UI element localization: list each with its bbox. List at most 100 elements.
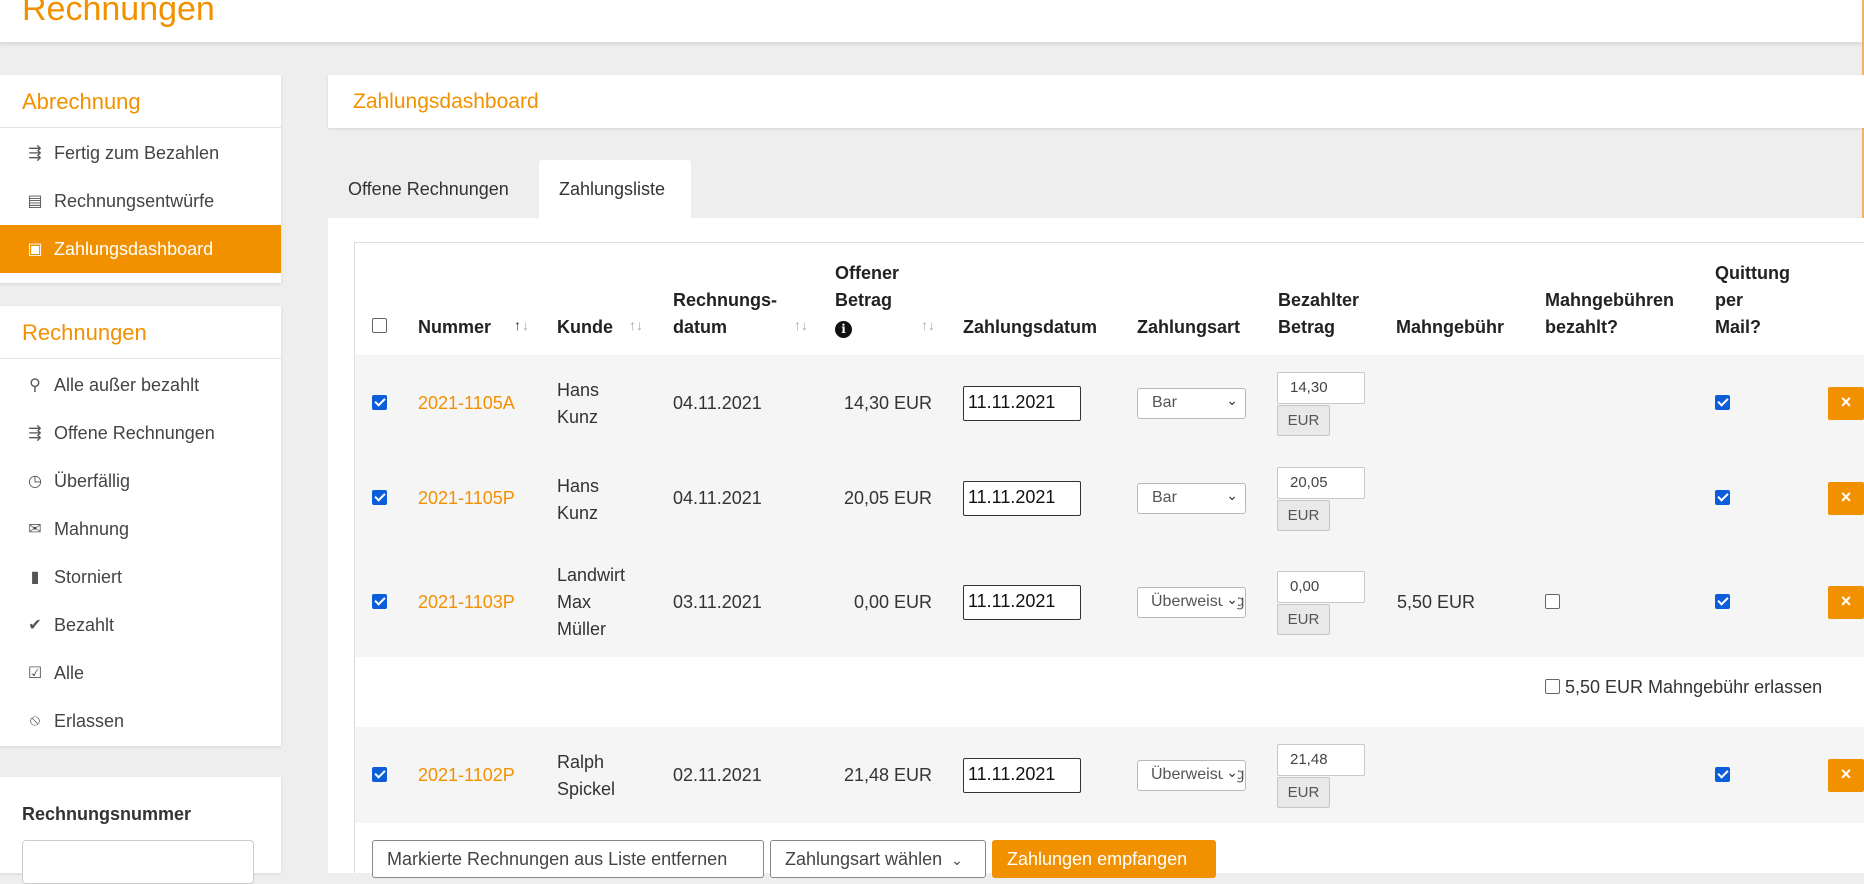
- select-all-checkbox[interactable]: [372, 318, 387, 333]
- row-checkbox[interactable]: [372, 395, 387, 410]
- draft-document-icon: ▤: [27, 193, 43, 210]
- invoice-number-link[interactable]: 2021-1102P: [418, 762, 515, 789]
- customer-name: Ralph Spickel: [557, 752, 616, 799]
- payment-date-input[interactable]: 11.11.2021: [963, 758, 1081, 793]
- sidebar-item-drafts[interactable]: ▤ Rechnungsentwürfe: [0, 177, 281, 225]
- sidebar-item-label: Fertig zum Bezahlen: [54, 142, 220, 163]
- invoice-number-link[interactable]: 2021-1105A: [418, 390, 515, 417]
- invoice-number-link[interactable]: 2021-1103P: [418, 589, 515, 616]
- receipt-mail-checkbox[interactable]: [1715, 490, 1730, 505]
- payment-date-input[interactable]: 11.11.2021: [963, 481, 1081, 516]
- chevron-down-icon: ⌄: [1226, 392, 1238, 408]
- paid-amount-input[interactable]: 20,05: [1277, 467, 1365, 499]
- paid-amount-input[interactable]: 21,48: [1277, 744, 1365, 776]
- invoice-number-input[interactable]: [22, 840, 254, 884]
- customer-name: Hans Kunz: [557, 476, 600, 523]
- invoice-number-label: Rechnungsnummer: [22, 804, 192, 824]
- currency-addon: EUR: [1277, 604, 1330, 635]
- payment-type-select[interactable]: Überweisung ⌄: [1137, 587, 1246, 618]
- remove-row-button[interactable]: ×: [1828, 759, 1864, 792]
- invoice-number-link[interactable]: 2021-1105P: [418, 485, 515, 512]
- remove-row-button[interactable]: ×: [1828, 482, 1864, 515]
- payment-date-input[interactable]: 11.11.2021: [963, 386, 1081, 421]
- sidebar-item-label: Mahnung: [54, 518, 130, 539]
- close-icon: ×: [1840, 591, 1852, 611]
- header-rechnungsdatum[interactable]: Rechnungs- datum: [673, 287, 777, 341]
- money-bill-icon: ▣: [27, 241, 43, 258]
- top-header: Rechnungen: [0, 0, 1862, 43]
- sidebar-item-reminder[interactable]: ✉ Mahnung: [0, 505, 281, 553]
- tab-payment-list[interactable]: Zahlungsliste: [539, 160, 691, 218]
- sidebar-billing-panel: Abrechnung ⇶ Fertig zum Bezahlen ▤ Rechn…: [0, 75, 281, 283]
- paid-amount-input[interactable]: 0,00: [1277, 571, 1365, 603]
- remove-row-button[interactable]: ×: [1828, 586, 1864, 619]
- remove-row-button[interactable]: ×: [1828, 387, 1864, 420]
- header-zahlungsart: Zahlungsart: [1137, 317, 1241, 337]
- waive-fee-label: 5,50 EUR Mahngebühr erlassen: [1565, 677, 1823, 697]
- open-amount: 0,00 EUR: [853, 592, 932, 612]
- invoice-send-icon: ⇶: [28, 145, 42, 162]
- sidebar-item-all-except-paid[interactable]: ⚲ Alle außer bezahlt: [0, 361, 281, 409]
- sidebar-item-cancelled[interactable]: ▮ Storniert: [0, 553, 281, 601]
- checkbox-all-icon: ☑: [27, 665, 43, 682]
- payment-date-input[interactable]: 11.11.2021: [963, 585, 1081, 620]
- payment-type-select[interactable]: Überweisung ⌄: [1137, 760, 1246, 791]
- sort-icon[interactable]: ↑↓: [921, 317, 935, 333]
- header-kunde[interactable]: Kunde: [557, 314, 613, 341]
- sort-desc-icon[interactable]: ↓: [522, 317, 529, 333]
- row-checkbox[interactable]: [372, 490, 387, 505]
- sidebar-item-waived[interactable]: ⦸ Erlassen: [0, 697, 281, 745]
- header-mahngebuehr: Mahngebühr: [1396, 317, 1504, 337]
- invoice-date: 04.11.2021: [673, 488, 762, 508]
- sidebar-item-label: Rechnungsentwürfe: [54, 190, 215, 211]
- currency-addon: EUR: [1277, 405, 1330, 436]
- header-mahngebuehren-bezahlt: Mahngebühren bezahlt?: [1545, 290, 1674, 337]
- sidebar-item-all[interactable]: ☑ Alle: [0, 649, 281, 697]
- sort-asc-icon[interactable]: ↑: [514, 317, 521, 333]
- chevron-down-icon: ⌄: [1223, 591, 1238, 608]
- overdue-clock-icon: ◷: [28, 473, 42, 490]
- chevron-down-icon: ⌄: [1223, 764, 1238, 781]
- sidebar-item-payment-dashboard[interactable]: ▣ Zahlungsdashboard: [0, 225, 281, 273]
- customer-name: Hans Kunz: [557, 380, 600, 427]
- paid-amount-input[interactable]: 14,30: [1277, 372, 1365, 404]
- tab-open-invoices[interactable]: Offene Rechnungen: [328, 160, 529, 218]
- sidebar-item-label: Überfällig: [54, 470, 131, 491]
- open-amount: 14,30 EUR: [843, 393, 932, 413]
- header-zahlungsdatum: Zahlungsdatum: [963, 317, 1097, 337]
- receipt-mail-checkbox[interactable]: [1715, 594, 1730, 609]
- payment-type-dropdown[interactable]: Zahlungsart wählen ⌄: [770, 840, 986, 878]
- sidebar-item-open-invoices[interactable]: ⇶ Offene Rechnungen: [0, 409, 281, 457]
- sort-icon[interactable]: ↑↓: [629, 317, 643, 333]
- reminder-envelope-icon: ✉: [28, 521, 42, 538]
- sort-icon[interactable]: ↑↓: [794, 317, 808, 333]
- waive-fee-checkbox[interactable]: [1545, 679, 1560, 694]
- close-icon: ×: [1840, 764, 1852, 784]
- receipt-mail-checkbox[interactable]: [1715, 395, 1730, 410]
- header-nummer[interactable]: Nummer: [418, 314, 491, 341]
- sidebar-item-label: Storniert: [54, 566, 123, 587]
- row-checkbox[interactable]: [372, 767, 387, 782]
- info-icon[interactable]: i: [835, 321, 852, 338]
- paid-check-icon: ✔: [28, 617, 42, 634]
- currency-addon: EUR: [1277, 500, 1330, 531]
- reminder-fee: 5,50 EUR: [1397, 592, 1476, 612]
- receipt-mail-checkbox[interactable]: [1715, 767, 1730, 782]
- remove-marked-button[interactable]: Markierte Rechnungen aus Liste entfernen: [372, 840, 764, 878]
- payment-type-select[interactable]: Bar ⌄: [1137, 483, 1246, 514]
- main-heading: Zahlungsdashboard: [328, 75, 1864, 128]
- sidebar-item-label: Bezahlt: [54, 614, 115, 635]
- row-checkbox[interactable]: [372, 594, 387, 609]
- currency-addon: EUR: [1277, 777, 1330, 808]
- sidebar-item-ready-to-pay[interactable]: ⇶ Fertig zum Bezahlen: [0, 129, 281, 177]
- sidebar-item-overdue[interactable]: ◷ Überfällig: [0, 457, 281, 505]
- open-amount: 20,05 EUR: [843, 488, 932, 508]
- sidebar-item-paid[interactable]: ✔ Bezahlt: [0, 601, 281, 649]
- sidebar-item-label: Offene Rechnungen: [54, 422, 215, 443]
- payment-type-select[interactable]: Bar ⌄: [1137, 388, 1246, 419]
- header-bezahlter-betrag: Bezahlter Betrag: [1278, 290, 1360, 337]
- invoice-date: 03.11.2021: [673, 592, 762, 612]
- receive-payments-button[interactable]: Zahlungen empfangen: [992, 840, 1216, 878]
- header-offener-betrag[interactable]: Offener Betrag i: [835, 260, 899, 341]
- reminder-fee-paid-checkbox[interactable]: [1545, 594, 1560, 609]
